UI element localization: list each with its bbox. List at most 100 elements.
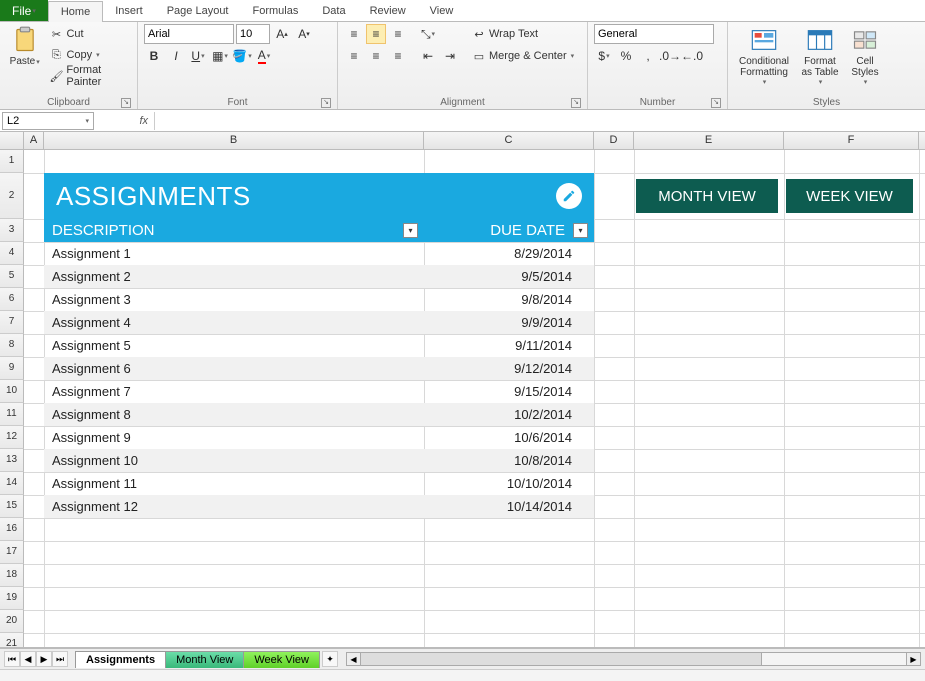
number-launcher-icon[interactable]: ↘	[711, 98, 721, 108]
grow-font-button[interactable]: A▴	[272, 24, 292, 44]
tab-home[interactable]: Home	[48, 1, 103, 22]
comma-button[interactable]: ,	[638, 46, 658, 66]
row-header-5[interactable]: 5	[0, 265, 24, 288]
row-header-8[interactable]: 8	[0, 334, 24, 357]
number-format-select[interactable]	[594, 24, 714, 44]
align-bottom-button[interactable]: ≡	[388, 24, 408, 44]
row-header-2[interactable]: 2	[0, 173, 24, 219]
wrap-text-button[interactable]: ↩Wrap Text	[470, 24, 576, 44]
filter-due-date-button[interactable]: ▾	[573, 223, 588, 238]
increase-indent-button[interactable]: ⇥	[440, 46, 460, 66]
table-row[interactable]: Assignment 810/2/2014	[44, 403, 594, 426]
tab-insert[interactable]: Insert	[103, 0, 155, 21]
alignment-launcher-icon[interactable]: ↘	[571, 98, 581, 108]
table-row[interactable]: Assignment 79/15/2014	[44, 380, 594, 403]
col-header-F[interactable]: F	[784, 132, 919, 149]
row-header-9[interactable]: 9	[0, 357, 24, 380]
table-row[interactable]: Assignment 69/12/2014	[44, 357, 594, 380]
col-header-D[interactable]: D	[594, 132, 634, 149]
col-header-B[interactable]: B	[44, 132, 424, 149]
fx-icon[interactable]: fx	[139, 115, 148, 127]
row-header-7[interactable]: 7	[0, 311, 24, 334]
copy-button[interactable]: ⎘Copy▾	[47, 45, 131, 65]
row-header-17[interactable]: 17	[0, 541, 24, 564]
filter-description-button[interactable]: ▾	[403, 223, 418, 238]
row-header-21[interactable]: 21	[0, 633, 24, 648]
scroll-left-icon[interactable]: ◀	[347, 653, 361, 665]
border-button[interactable]: ▦▾	[210, 46, 230, 66]
table-row[interactable]: Assignment 1110/10/2014	[44, 472, 594, 495]
format-as-table-button[interactable]: Format as Table ▾	[796, 24, 844, 86]
merge-center-button[interactable]: ▭Merge & Center▾	[470, 46, 576, 66]
font-size-select[interactable]	[236, 24, 270, 44]
sheet-nav-prev[interactable]: ◀	[20, 651, 36, 667]
align-left-button[interactable]: ≡	[344, 46, 364, 66]
font-name-select[interactable]	[144, 24, 234, 44]
sheet-tab-month-view[interactable]: Month View	[165, 651, 244, 668]
table-row[interactable]: Assignment 29/5/2014	[44, 265, 594, 288]
table-row[interactable]: Assignment 910/6/2014	[44, 426, 594, 449]
table-row[interactable]: Assignment 59/11/2014	[44, 334, 594, 357]
row-header-1[interactable]: 1	[0, 150, 24, 173]
col-header-C[interactable]: C	[424, 132, 594, 149]
row-header-10[interactable]: 10	[0, 380, 24, 403]
font-color-button[interactable]: A▾	[254, 46, 274, 66]
sheet-tab-week-view[interactable]: Week View	[243, 651, 320, 668]
row-header-15[interactable]: 15	[0, 495, 24, 518]
formula-input[interactable]	[154, 112, 925, 130]
tab-page-layout[interactable]: Page Layout	[155, 0, 241, 21]
week-view-button[interactable]: WEEK VIEW	[786, 179, 913, 213]
file-tab[interactable]: File▾	[0, 0, 48, 21]
tab-view[interactable]: View	[418, 0, 466, 21]
row-header-14[interactable]: 14	[0, 472, 24, 495]
row-header-12[interactable]: 12	[0, 426, 24, 449]
new-sheet-button[interactable]: ✦	[322, 651, 338, 667]
shrink-font-button[interactable]: A▾	[294, 24, 314, 44]
col-header-E[interactable]: E	[634, 132, 784, 149]
align-top-button[interactable]: ≡	[344, 24, 364, 44]
worksheet-grid[interactable]: ABCDEF 123456789101112131415161718192021…	[0, 132, 925, 648]
cut-button[interactable]: ✂Cut	[47, 24, 131, 44]
cell-styles-button[interactable]: Cell Styles ▾	[846, 24, 884, 86]
row-header-13[interactable]: 13	[0, 449, 24, 472]
row-header-18[interactable]: 18	[0, 564, 24, 587]
format-painter-button[interactable]: 🖌Format Painter	[47, 66, 131, 86]
tab-data[interactable]: Data	[310, 0, 357, 21]
row-header-11[interactable]: 11	[0, 403, 24, 426]
align-right-button[interactable]: ≡	[388, 46, 408, 66]
table-row[interactable]: Assignment 1210/14/2014	[44, 495, 594, 518]
horizontal-scrollbar[interactable]: ◀ ▶	[346, 652, 921, 666]
tab-review[interactable]: Review	[358, 0, 418, 21]
table-row[interactable]: Assignment 1010/8/2014	[44, 449, 594, 472]
row-header-4[interactable]: 4	[0, 242, 24, 265]
conditional-formatting-button[interactable]: Conditional Formatting ▾	[734, 24, 794, 86]
edit-button[interactable]	[556, 183, 582, 209]
bold-button[interactable]: B	[144, 46, 164, 66]
clipboard-launcher-icon[interactable]: ↘	[121, 98, 131, 108]
row-header-19[interactable]: 19	[0, 587, 24, 610]
currency-button[interactable]: $▾	[594, 46, 614, 66]
table-row[interactable]: Assignment 18/29/2014	[44, 242, 594, 265]
row-header-3[interactable]: 3	[0, 219, 24, 242]
italic-button[interactable]: I	[166, 46, 186, 66]
sheet-tab-assignments[interactable]: Assignments	[75, 651, 166, 668]
col-header-A[interactable]: A	[24, 132, 44, 149]
fill-color-button[interactable]: 🪣▾	[232, 46, 252, 66]
align-middle-button[interactable]: ≡	[366, 24, 386, 44]
underline-button[interactable]: U▾	[188, 46, 208, 66]
select-all-corner[interactable]	[0, 132, 24, 149]
row-header-20[interactable]: 20	[0, 610, 24, 633]
row-header-6[interactable]: 6	[0, 288, 24, 311]
sheet-nav-first[interactable]: ⏮	[4, 651, 20, 667]
align-center-button[interactable]: ≡	[366, 46, 386, 66]
table-row[interactable]: Assignment 49/9/2014	[44, 311, 594, 334]
month-view-button[interactable]: MONTH VIEW	[636, 179, 778, 213]
name-box[interactable]: L2▾	[2, 112, 94, 130]
font-launcher-icon[interactable]: ↘	[321, 98, 331, 108]
orientation-button[interactable]: ⤡▾	[418, 24, 438, 44]
table-row[interactable]: Assignment 39/8/2014	[44, 288, 594, 311]
scroll-right-icon[interactable]: ▶	[906, 653, 920, 665]
sheet-nav-next[interactable]: ▶	[36, 651, 52, 667]
decrease-indent-button[interactable]: ⇤	[418, 46, 438, 66]
increase-decimal-button[interactable]: .0→	[660, 46, 680, 66]
